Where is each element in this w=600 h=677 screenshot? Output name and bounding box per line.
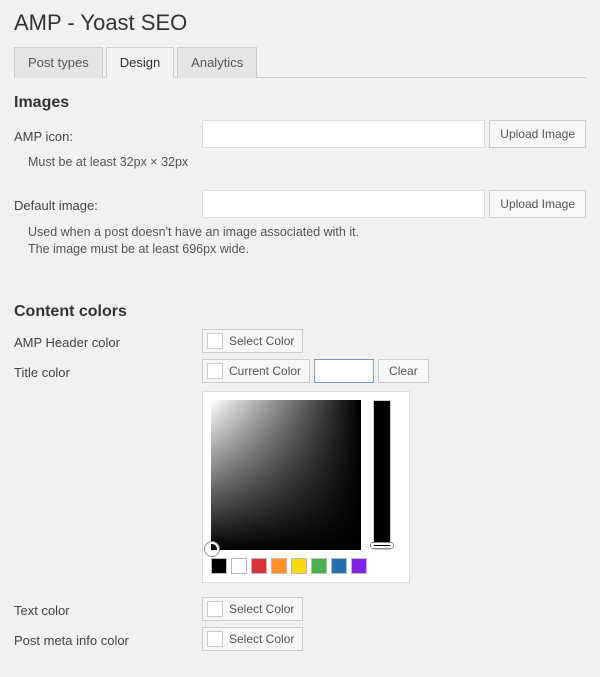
helper-amp-icon: Must be at least 32px × 32px	[28, 154, 586, 172]
label-header-color: AMP Header color	[14, 331, 202, 350]
amp-icon-input[interactable]	[202, 120, 485, 148]
helper-default-image-line2: The image must be at least 696px wide.	[28, 242, 249, 256]
text-color-swatch	[207, 601, 223, 617]
default-image-upload-button[interactable]: Upload Image	[489, 190, 586, 218]
header-color-button-text: Select Color	[229, 334, 294, 348]
tab-design[interactable]: Design	[106, 47, 174, 78]
page-title: AMP - Yoast SEO	[14, 10, 586, 36]
title-color-swatch	[207, 363, 223, 379]
post-meta-color-swatch	[207, 631, 223, 647]
text-color-button-text: Select Color	[229, 602, 294, 616]
picker-hue-bar[interactable]	[373, 400, 391, 550]
label-default-image: Default image:	[14, 194, 202, 213]
amp-icon-upload-button[interactable]: Upload Image	[489, 120, 586, 148]
tab-analytics[interactable]: Analytics	[177, 47, 257, 78]
color-picker-container	[202, 391, 586, 583]
palette-swatch-1[interactable]	[231, 558, 247, 574]
section-heading-colors: Content colors	[14, 303, 586, 321]
row-header-color: AMP Header color Select Color	[14, 329, 586, 353]
text-color-select-button[interactable]: Select Color	[202, 597, 303, 621]
palette-swatch-0[interactable]	[211, 558, 227, 574]
label-post-meta-color: Post meta info color	[14, 629, 202, 648]
row-title-color: Title color Current Color Clear	[14, 359, 586, 383]
picker-hue-handle[interactable]	[371, 543, 393, 548]
section-heading-images: Images	[14, 94, 586, 112]
palette-swatch-6[interactable]	[331, 558, 347, 574]
post-meta-color-select-button[interactable]: Select Color	[202, 627, 303, 651]
label-text-color: Text color	[14, 599, 202, 618]
row-post-meta-color: Post meta info color Select Color	[14, 627, 586, 651]
palette-swatch-5[interactable]	[311, 558, 327, 574]
row-text-color: Text color Select Color	[14, 597, 586, 621]
page-root: AMP - Yoast SEO Post types Design Analyt…	[0, 0, 600, 677]
header-color-select-button[interactable]: Select Color	[202, 329, 303, 353]
tab-post-types[interactable]: Post types	[14, 47, 103, 78]
label-title-color: Title color	[14, 361, 202, 380]
palette-swatch-3[interactable]	[271, 558, 287, 574]
label-amp-icon: AMP icon:	[14, 125, 202, 144]
palette-swatch-4[interactable]	[291, 558, 307, 574]
helper-default-image-line1: Used when a post doesn't have an image a…	[28, 225, 359, 239]
row-amp-icon: AMP icon: Upload Image	[14, 120, 586, 148]
picker-sv-handle[interactable]	[205, 542, 219, 556]
picker-palette	[211, 558, 401, 574]
title-color-current-text: Current Color	[229, 364, 301, 378]
picker-saturation-area[interactable]	[211, 400, 361, 550]
palette-swatch-2[interactable]	[251, 558, 267, 574]
tabs-nav: Post types Design Analytics	[14, 46, 586, 78]
default-image-input[interactable]	[202, 190, 485, 218]
palette-swatch-7[interactable]	[351, 558, 367, 574]
row-default-image: Default image: Upload Image	[14, 190, 586, 218]
title-color-clear-button[interactable]: Clear	[378, 359, 429, 383]
color-picker	[202, 391, 410, 583]
post-meta-color-button-text: Select Color	[229, 632, 294, 646]
helper-default-image: Used when a post doesn't have an image a…	[28, 224, 586, 259]
title-color-value-input[interactable]	[314, 359, 374, 383]
header-color-swatch	[207, 333, 223, 349]
title-color-current-button[interactable]: Current Color	[202, 359, 310, 383]
